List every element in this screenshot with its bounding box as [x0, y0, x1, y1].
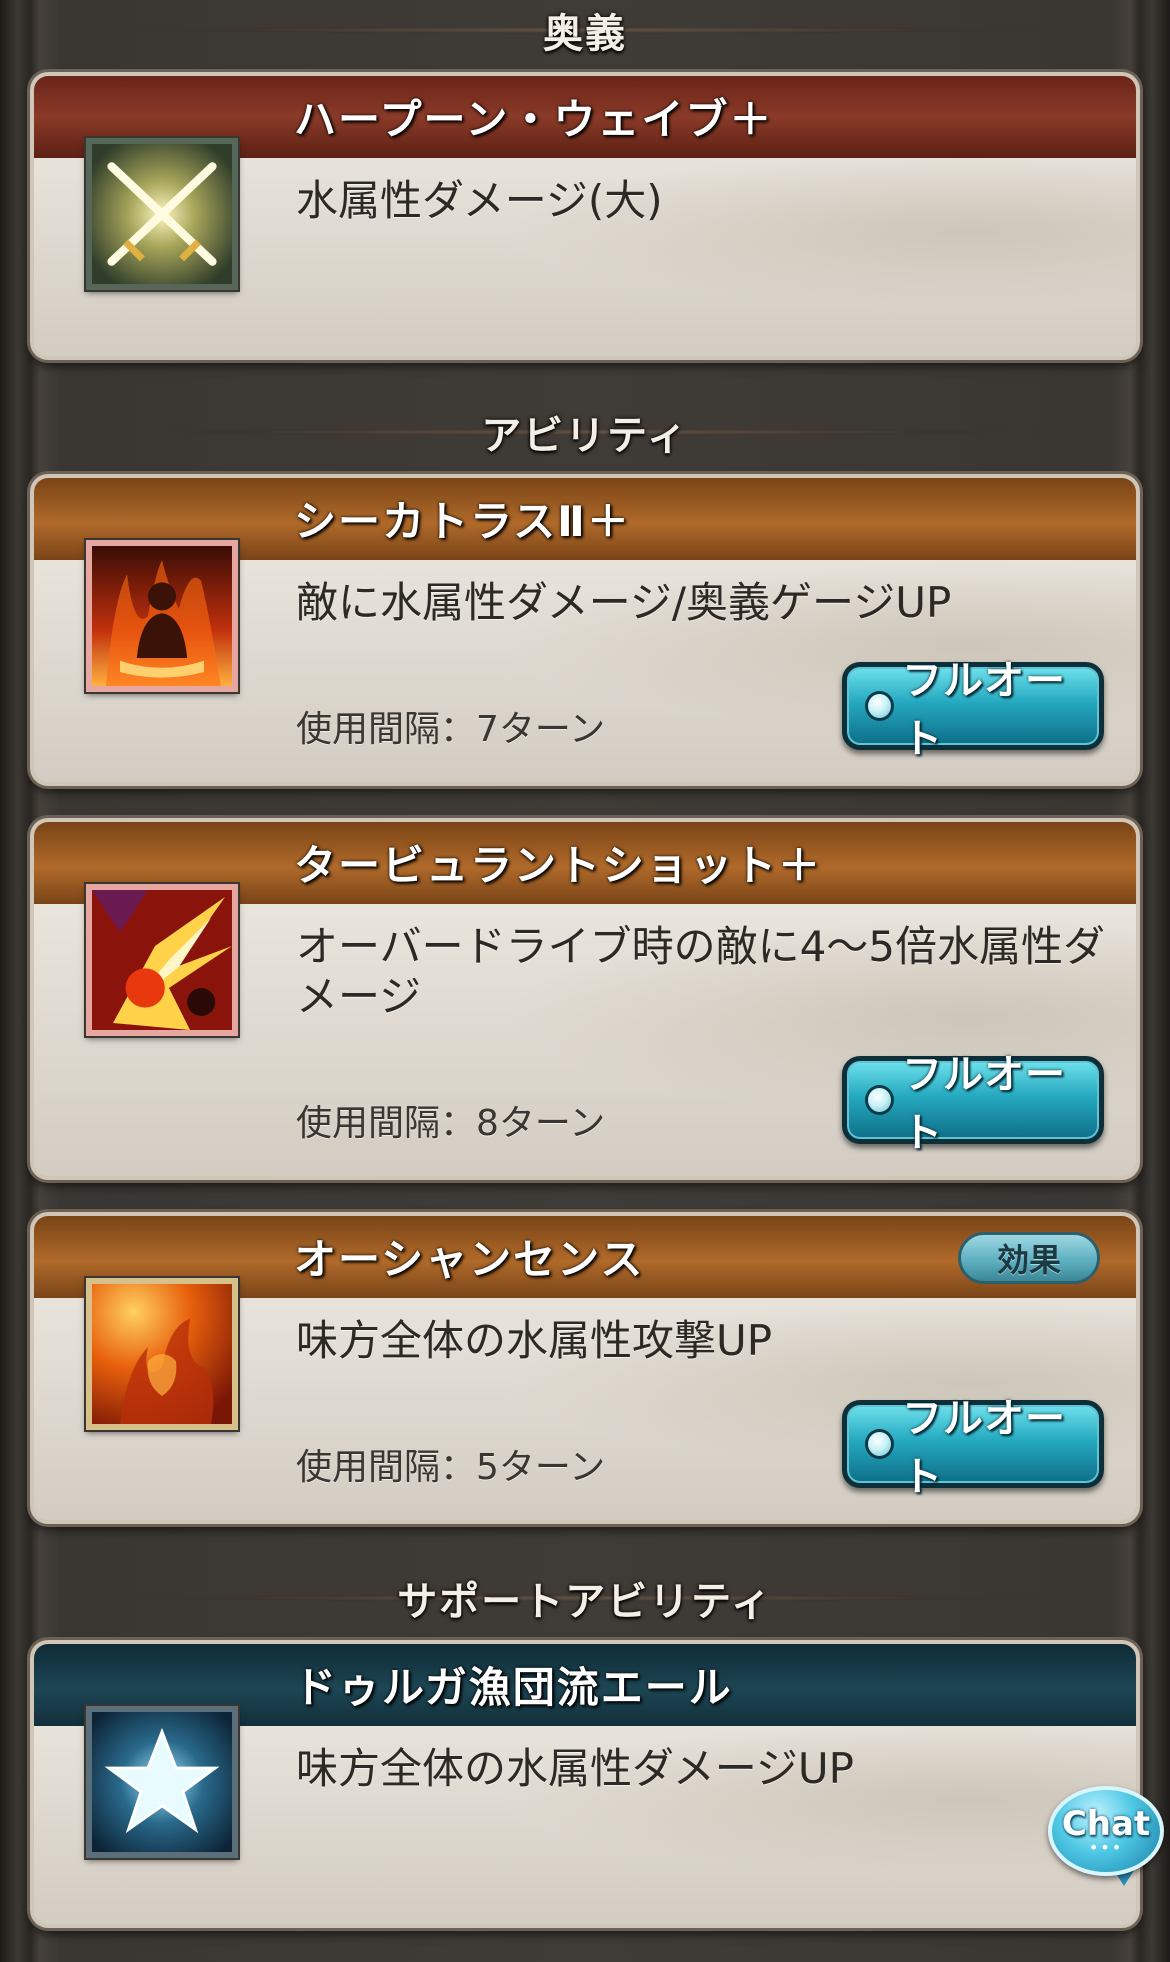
- ougi-card[interactable]: ハープーン・ウェイブ＋ 水属性ダメージ(大): [30, 72, 1140, 360]
- section-header-ougi: 奥義: [0, 0, 1170, 70]
- ougi-name: ハープーン・ウェイブ＋: [294, 95, 774, 144]
- ability-card-1[interactable]: シーカトラスⅡ＋ 敵に水属性ダメージ/奥義ゲージUP 使用間隔：7ターン フルオ…: [30, 474, 1140, 786]
- chat-dots: •••: [1088, 1838, 1124, 1857]
- section-title: サポートアビリティ: [397, 1579, 773, 1625]
- flame-aura-icon: [86, 1278, 238, 1430]
- toggle-dot-icon: [865, 1085, 895, 1115]
- full-auto-button[interactable]: フルオート: [842, 658, 1104, 762]
- support-ability-card[interactable]: ドゥルガ漁団流エール 味方全体の水属性ダメージUP: [30, 1640, 1140, 1928]
- ability-cooldown: 使用間隔：5ターン: [296, 1447, 606, 1488]
- section-header-support: サポートアビリティ: [0, 1558, 1170, 1638]
- ability-card-3[interactable]: オーシャンセンス 効果 味方全体の水属性攻撃UP 使用間隔：5ターン フルオート: [30, 1212, 1140, 1524]
- chat-bubble-icon: Chat •••: [1048, 1786, 1164, 1876]
- ability-name: タービュラントショット＋: [294, 841, 823, 890]
- fire-figure-icon: [86, 540, 238, 692]
- ability-cooldown: 使用間隔：8ターン: [296, 1103, 606, 1144]
- ability-description: オーバードライブ時の敵に4〜5倍水属性ダメージ: [296, 922, 1106, 1021]
- ability-name: シーカトラスⅡ＋: [294, 497, 631, 546]
- chat-label: Chat: [1061, 1804, 1151, 1844]
- crossed-swords-icon: [86, 138, 238, 290]
- full-auto-button[interactable]: フルオート: [842, 1052, 1104, 1156]
- star-icon: [86, 1706, 238, 1858]
- ability-card-2[interactable]: タービュラントショット＋ オーバードライブ時の敵に4〜5倍水属性ダメージ 使用間…: [30, 818, 1140, 1180]
- effect-button[interactable]: 効果: [958, 1232, 1100, 1284]
- full-auto-label: フルオート: [902, 658, 1067, 762]
- chat-button[interactable]: Chat •••: [1048, 1786, 1164, 1890]
- section-header-abilities: アビリティ: [0, 392, 1170, 472]
- support-ability-description: 味方全体の水属性ダメージUP: [296, 1744, 854, 1793]
- ability-cooldown: 使用間隔：7ターン: [296, 709, 606, 750]
- full-auto-label: フルオート: [902, 1052, 1067, 1156]
- toggle-dot-icon: [865, 691, 895, 721]
- ability-description: 味方全体の水属性攻撃UP: [296, 1316, 773, 1365]
- ougi-description: 水属性ダメージ(大): [296, 176, 663, 225]
- section-title: アビリティ: [481, 413, 689, 459]
- ability-name: オーシャンセンス: [294, 1235, 645, 1284]
- support-ability-name: ドゥルガ漁団流エール: [294, 1663, 733, 1712]
- full-auto-button[interactable]: フルオート: [842, 1396, 1104, 1500]
- ability-description: 敵に水属性ダメージ/奥義ゲージUP: [296, 578, 952, 627]
- toggle-dot-icon: [865, 1429, 895, 1459]
- burst-strike-icon: [86, 884, 238, 1036]
- full-auto-label: フルオート: [902, 1396, 1067, 1500]
- section-title: 奥義: [543, 11, 627, 57]
